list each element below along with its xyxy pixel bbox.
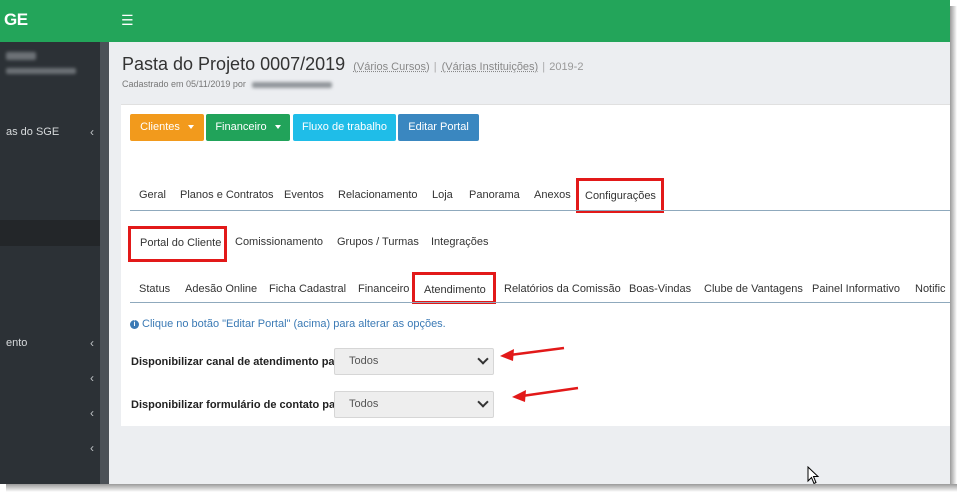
separator: | <box>433 61 437 73</box>
tab-comissionamento[interactable]: Comissionamento <box>235 236 323 248</box>
chevron-left-icon: ‹ <box>90 441 94 455</box>
blurred-user-role <box>6 68 76 74</box>
sidebar-item-5[interactable]: ‹ <box>0 438 100 458</box>
caret-down-icon <box>187 125 194 130</box>
app-window: GE ☰ as do SGE ‹ ento ‹ ‹ ‹ ‹ Pasta do P… <box>0 0 950 484</box>
editar-portal-button[interactable]: Editar Portal <box>398 114 479 141</box>
fluxo-trabalho-button[interactable]: Fluxo de trabalho <box>293 114 396 141</box>
atendimento-channel-label: Disponibilizar canal de atendimento para <box>131 356 345 368</box>
page-title: Pasta do Projeto 0007/2019 <box>122 54 346 74</box>
highlight-box <box>128 226 227 262</box>
sidebar-active-item[interactable] <box>0 220 100 246</box>
tab-boas-vindas[interactable]: Boas-Vindas <box>629 283 691 295</box>
sidebar-item-4[interactable]: ‹ <box>0 403 100 423</box>
tab-notificacoes[interactable]: Notific <box>915 283 946 295</box>
tab-geral[interactable]: Geral <box>139 189 166 201</box>
tab-clube-vantagens[interactable]: Clube de Vantagens <box>704 283 803 295</box>
tab-grupos-turmas[interactable]: Grupos / Turmas <box>337 236 419 248</box>
mouse-cursor-icon <box>807 466 820 484</box>
sidebar-item-label: ento <box>6 337 28 349</box>
blurred-user-name <box>6 52 36 60</box>
sidebar: as do SGE ‹ ento ‹ ‹ ‹ ‹ <box>0 42 100 484</box>
window-shadow-bottom <box>6 484 957 492</box>
tab-status[interactable]: Status <box>139 283 170 295</box>
annotation-arrow-1 <box>500 346 565 361</box>
content-panel <box>121 104 950 426</box>
chevron-left-icon: ‹ <box>90 406 94 420</box>
info-text: Clique no botão "Editar Portal" (acima) … <box>142 318 446 330</box>
sidebar-border <box>100 42 109 484</box>
caret-down-icon <box>274 125 281 130</box>
select-value: Todos <box>349 398 379 410</box>
tab-relacionamento[interactable]: Relacionamento <box>338 189 418 201</box>
separator: | <box>542 61 546 73</box>
financeiro-dropdown-button[interactable]: Financeiro <box>206 114 290 141</box>
top-bar: GE ☰ <box>0 0 950 42</box>
atendimento-channel-select[interactable]: Todos <box>334 348 494 375</box>
select-value: Todos <box>349 355 379 367</box>
tab-integracoes[interactable]: Integrações <box>431 236 488 248</box>
courses-link[interactable]: (Vários Cursos) <box>353 61 429 73</box>
sidebar-item-3[interactable]: ‹ <box>0 368 100 388</box>
hamburger-icon[interactable]: ☰ <box>121 13 134 27</box>
tab-panorama[interactable]: Panorama <box>469 189 520 201</box>
contact-form-label: Disponibilizar formulário de contato par… <box>131 399 346 411</box>
tab-divider <box>130 302 950 303</box>
info-message: i Clique no botão "Editar Portal" (acima)… <box>130 318 446 330</box>
tab-divider <box>130 210 950 211</box>
window-shadow-right <box>950 6 957 492</box>
created-info: Cadastrado em 05/11/2019 por <box>122 79 333 89</box>
tab-anexos[interactable]: Anexos <box>534 189 571 201</box>
year-label: 2019-2 <box>549 61 584 73</box>
financeiro-label: Financeiro <box>215 121 267 133</box>
clientes-dropdown-button[interactable]: Clientes <box>130 114 204 141</box>
institutions-link[interactable]: (Várias Instituições) <box>442 61 539 73</box>
app-logo: GE <box>4 10 28 29</box>
sidebar-item-label: as do SGE <box>6 126 60 138</box>
tab-financeiro[interactable]: Financeiro <box>358 283 409 295</box>
annotation-arrow-2 <box>512 386 579 402</box>
chevron-left-icon: ‹ <box>90 336 94 350</box>
highlight-box <box>576 178 664 213</box>
sidebar-item-sge[interactable]: as do SGE ‹ <box>0 122 100 142</box>
blurred-author <box>252 81 333 88</box>
tab-painel-informativo[interactable]: Painel Informativo <box>812 283 900 295</box>
highlight-box <box>412 272 496 304</box>
tab-ficha-cadastral[interactable]: Ficha Cadastral <box>269 283 346 295</box>
tab-relatorios-comissao[interactable]: Relatórios da Comissão <box>504 283 621 295</box>
tab-adesao-online[interactable]: Adesão Online <box>185 283 257 295</box>
chevron-down-icon <box>477 353 489 365</box>
page-header: Pasta do Projeto 0007/2019 (Vários Curso… <box>122 54 583 75</box>
info-icon: i <box>130 319 139 329</box>
contact-form-select[interactable]: Todos <box>334 391 494 418</box>
chevron-down-icon <box>477 396 489 408</box>
chevron-left-icon: ‹ <box>90 125 94 139</box>
tab-eventos[interactable]: Eventos <box>284 189 324 201</box>
sidebar-item-atendimento[interactable]: ento ‹ <box>0 333 100 353</box>
clientes-label: Clientes <box>140 121 180 133</box>
tab-loja[interactable]: Loja <box>432 189 453 201</box>
tab-planos-contratos[interactable]: Planos e Contratos <box>180 189 274 201</box>
chevron-left-icon: ‹ <box>90 371 94 385</box>
created-text: Cadastrado em 05/11/2019 por <box>122 79 246 89</box>
